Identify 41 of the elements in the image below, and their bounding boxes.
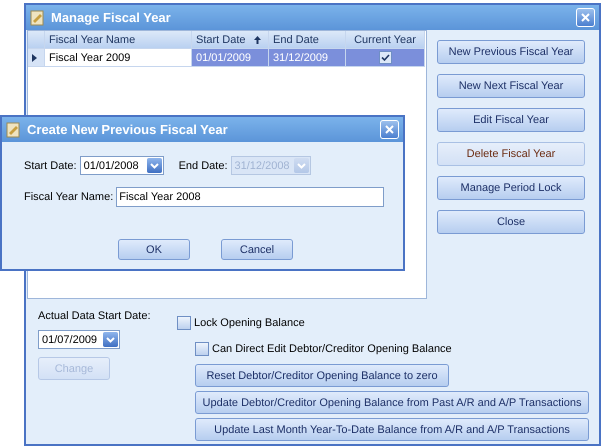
field-label: End Date:	[178, 160, 228, 172]
checkbox[interactable]	[378, 51, 392, 64]
close-button[interactable]	[576, 8, 595, 27]
close-icon	[581, 13, 590, 22]
checkbox[interactable]	[195, 342, 209, 356]
checkbox-label: Lock Opening Balance	[194, 317, 305, 329]
field-label: Actual Data Start Date:	[38, 310, 152, 322]
window-title: Create New Previous Fiscal Year	[27, 122, 229, 137]
document-icon	[6, 122, 21, 138]
date-dropdown[interactable]: 01/01/2008	[80, 156, 164, 175]
table-cell: 01/01/2009	[192, 49, 269, 67]
window-title: Manage Fiscal Year	[51, 10, 172, 25]
column-header[interactable]: Fiscal Year Name	[45, 31, 192, 49]
side-button[interactable]: Close	[437, 210, 585, 234]
column-header[interactable]: End Date	[269, 31, 346, 49]
close-button[interactable]	[380, 120, 399, 139]
checkbox[interactable]	[177, 316, 191, 330]
table-cell: 31/12/2009	[269, 49, 346, 67]
sort-arrow-icon	[254, 36, 261, 44]
field-label: Fiscal Year Name:	[24, 191, 114, 203]
field-label: Start Date:	[24, 160, 77, 172]
row-indicator[interactable]	[28, 49, 45, 67]
date-dropdown[interactable]: 01/07/2009	[38, 330, 120, 349]
side-button[interactable]: New Next Fiscal Year	[437, 74, 585, 98]
column-header[interactable]: Start Date	[192, 31, 269, 49]
dialog-button[interactable]: OK	[118, 239, 190, 260]
action-button[interactable]: Update Last Month Year-To-Date Balance from A/R and A/P Transactions	[195, 418, 589, 441]
side-button[interactable]: Edit Fiscal Year	[437, 108, 585, 132]
table-cell: Fiscal Year 2009	[45, 49, 192, 67]
row-pointer-icon	[32, 54, 37, 62]
column-header[interactable]: Current Year	[346, 31, 425, 49]
action-button[interactable]: Reset Debtor/Creditor Opening Balance to zero	[195, 364, 449, 387]
document-icon	[30, 10, 45, 26]
side-button[interactable]: New Previous Fiscal Year	[437, 40, 585, 64]
name-input-field[interactable]: Fiscal Year 2008	[116, 187, 384, 207]
dialog-button[interactable]: Cancel	[221, 239, 293, 260]
action-button[interactable]: Update Debtor/Creditor Opening Balance from Past A/R and A/P Transactions	[195, 391, 589, 414]
grid-header-cell	[28, 31, 45, 49]
checkbox-label: Can Direct Edit Debtor/Creditor Opening Balance	[212, 343, 452, 355]
close-icon	[385, 125, 394, 134]
side-button[interactable]: Manage Period Lock	[437, 176, 585, 200]
